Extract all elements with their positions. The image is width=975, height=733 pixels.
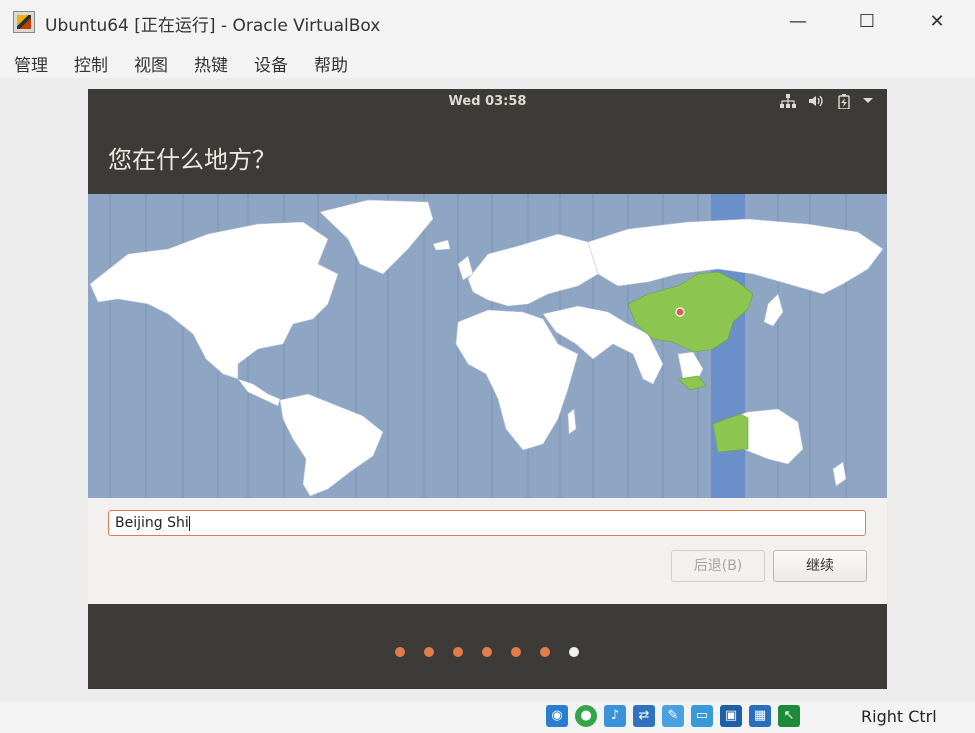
host-key-label[interactable]: Right Ctrl [861,707,937,726]
menubar: 管理 控制 视图 热键 设备 帮助 [0,44,975,78]
text-caret [188,515,190,531]
dropdown-arrow-icon[interactable] [862,94,874,111]
usb-icon[interactable]: ● [575,705,597,727]
virtualbox-icon [13,11,35,33]
location-input[interactable]: Beijing Shi [108,510,866,536]
guest-topbar: Wed 03:58 [88,89,887,116]
progress-dot [540,647,550,657]
clock[interactable]: Wed 03:58 [88,94,887,109]
cpu-icon[interactable]: ▦ [749,705,771,727]
menu-devices[interactable]: 设备 [254,51,288,76]
installer-footer [88,604,887,689]
window-title: Ubuntu64 [正在运行] - Oracle VirtualBox [45,16,381,36]
battery-icon[interactable] [838,94,850,114]
timezone-map[interactable] [88,194,887,498]
page-title: 您在什么地方？ [108,146,276,174]
menu-view[interactable]: 视图 [134,51,168,76]
maximize-button[interactable]: ☐ [852,8,882,36]
close-button[interactable]: ✕ [922,8,952,36]
menu-help[interactable]: 帮助 [314,51,348,76]
back-button[interactable]: 后退(B) [671,550,765,582]
network-icon[interactable] [780,94,796,113]
guest-screen: Wed 03:58 您在什么地方？ Beijing Shi 后退(B) 继续 [88,89,887,689]
audio-icon[interactable]: ♪ [604,705,626,727]
location-input-value: Beijing Shi [115,515,189,531]
world-map-graphic[interactable] [88,194,887,498]
volume-icon[interactable] [808,94,824,113]
menu-control[interactable]: 控制 [74,51,108,76]
progress-dot [482,647,492,657]
progress-dot [569,647,579,657]
progress-dot [395,647,405,657]
menu-hotkeys[interactable]: 热键 [194,51,228,76]
progress-dot [424,647,434,657]
shared-folders-icon[interactable]: ✎ [662,705,684,727]
vm-statusbar: ◉ ● ♪ ⇄ ✎ ▭ ▣ ▦ ↖ Right Ctrl [0,702,975,733]
menu-manage[interactable]: 管理 [14,51,48,76]
recording-icon[interactable]: ▣ [720,705,742,727]
window-titlebar: Ubuntu64 [正在运行] - Oracle VirtualBox — ☐ … [0,0,975,44]
continue-button[interactable]: 继续 [773,550,867,582]
installer-header: 您在什么地方？ [88,116,887,194]
progress-dot [511,647,521,657]
location-pin-icon [675,307,685,317]
optical-drive-icon[interactable]: ◉ [546,705,568,727]
network-adapter-icon[interactable]: ⇄ [633,705,655,727]
mouse-integration-icon[interactable]: ↖ [778,705,800,727]
display-icon[interactable]: ▭ [691,705,713,727]
progress-dot [453,647,463,657]
minimize-button[interactable]: — [783,8,813,36]
